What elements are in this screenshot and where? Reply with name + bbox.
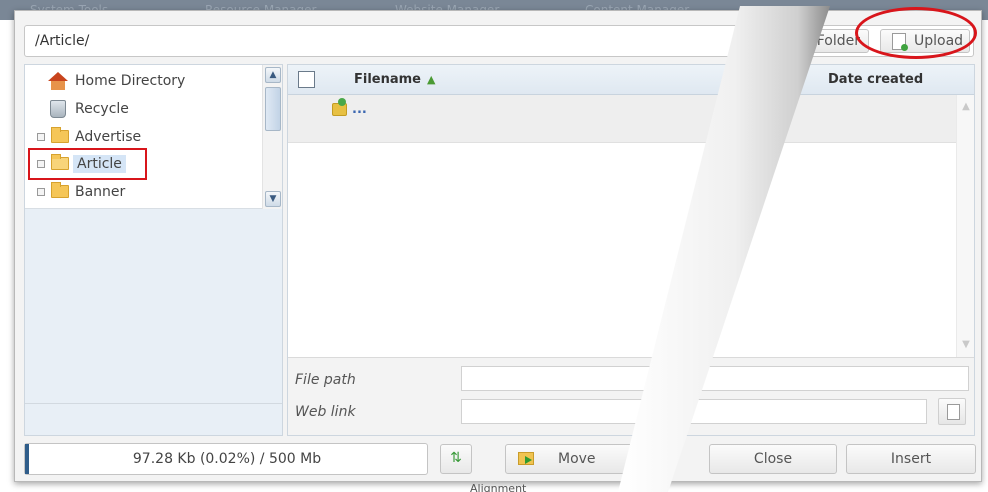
insert-label: Insert — [890, 451, 932, 467]
column-filename-label: Filename — [354, 72, 421, 87]
file-path-field[interactable] — [461, 366, 969, 391]
folder-tree-panel: Home Directory Recycle Advertise Article… — [24, 64, 283, 436]
parent-folder-icon — [332, 98, 347, 116]
tree-item-label: Banner — [75, 184, 126, 200]
tree-item-label: Advertise — [75, 129, 142, 145]
tree-item-label: Home Directory — [75, 73, 186, 89]
panel-divider — [25, 403, 282, 404]
parent-directory-row[interactable]: ... — [288, 95, 956, 143]
tree-item-recycle[interactable]: Recycle — [37, 98, 157, 120]
move-button[interactable]: Move — [505, 444, 637, 474]
expand-icon[interactable] — [37, 188, 45, 196]
folder-icon — [51, 182, 69, 198]
tree-item-advertise[interactable]: Advertise — [37, 126, 177, 148]
quota-text: 97.28 Kb (0.02%) / 500 Mb — [132, 451, 322, 467]
column-type[interactable]: ype — [748, 72, 775, 87]
create-folder-label: eate Folder — [780, 33, 860, 49]
select-all-checkbox[interactable] — [298, 71, 315, 88]
tree-scrollbar[interactable]: ▲ ▼ — [262, 65, 282, 209]
create-folder-button[interactable]: eate Folder — [763, 29, 869, 53]
file-list-panel: Filename ▲ ype Date created ... ▲ ▼ File … — [287, 64, 975, 436]
expand-icon[interactable] — [37, 133, 45, 141]
file-details: File path Web link — [288, 357, 974, 435]
file-list-header: Filename ▲ ype Date created — [288, 65, 974, 95]
close-button[interactable]: Close — [709, 444, 837, 474]
scroll-up-icon[interactable]: ▲ — [265, 67, 281, 83]
highlight-circle-upload — [855, 7, 977, 59]
web-link-label: Web link — [295, 404, 356, 420]
recycle-bin-icon — [50, 100, 66, 118]
home-icon — [48, 72, 68, 90]
scroll-down-icon[interactable]: ▼ — [959, 339, 973, 353]
quota-bar: 97.28 Kb (0.02%) / 500 Mb — [24, 443, 428, 475]
close-label: Close — [753, 451, 793, 467]
parent-directory-label: ... — [352, 102, 367, 117]
scroll-thumb[interactable] — [265, 87, 281, 131]
move-icon — [518, 452, 534, 465]
background-alignment-label: Alignment — [470, 482, 527, 492]
column-date-created[interactable]: Date created — [828, 72, 923, 87]
column-filename[interactable]: Filename ▲ — [354, 72, 435, 87]
web-link-browse-button[interactable] — [938, 398, 966, 425]
folder-icon — [51, 127, 69, 143]
refresh-icon: ⇅ — [450, 450, 462, 466]
tree-item-label: Recycle — [75, 101, 129, 117]
highlight-box-article — [28, 148, 147, 180]
web-link-field[interactable] — [461, 399, 927, 424]
tree-item-banner[interactable]: Banner — [37, 181, 157, 203]
insert-button[interactable]: Insert — [846, 444, 976, 474]
path-text: /Article/ — [35, 33, 90, 49]
file-list-scrollbar[interactable]: ▲ ▼ — [956, 95, 974, 357]
move-label: Move — [558, 451, 596, 467]
sort-up-arrow-icon: ▲ — [427, 73, 436, 86]
path-bar[interactable]: /Article/ eate Folder Upload — [24, 25, 974, 57]
refresh-button[interactable]: ⇅ — [440, 444, 472, 474]
tree-item-home-directory[interactable]: Home Directory — [37, 70, 217, 92]
scroll-up-icon[interactable]: ▲ — [959, 101, 973, 115]
scroll-down-icon[interactable]: ▼ — [265, 191, 281, 207]
file-path-label: File path — [295, 372, 356, 388]
file-manager-dialog: /Article/ eate Folder Upload Home Direct… — [14, 10, 982, 482]
folder-tree: Home Directory Recycle Advertise Article… — [25, 65, 282, 209]
